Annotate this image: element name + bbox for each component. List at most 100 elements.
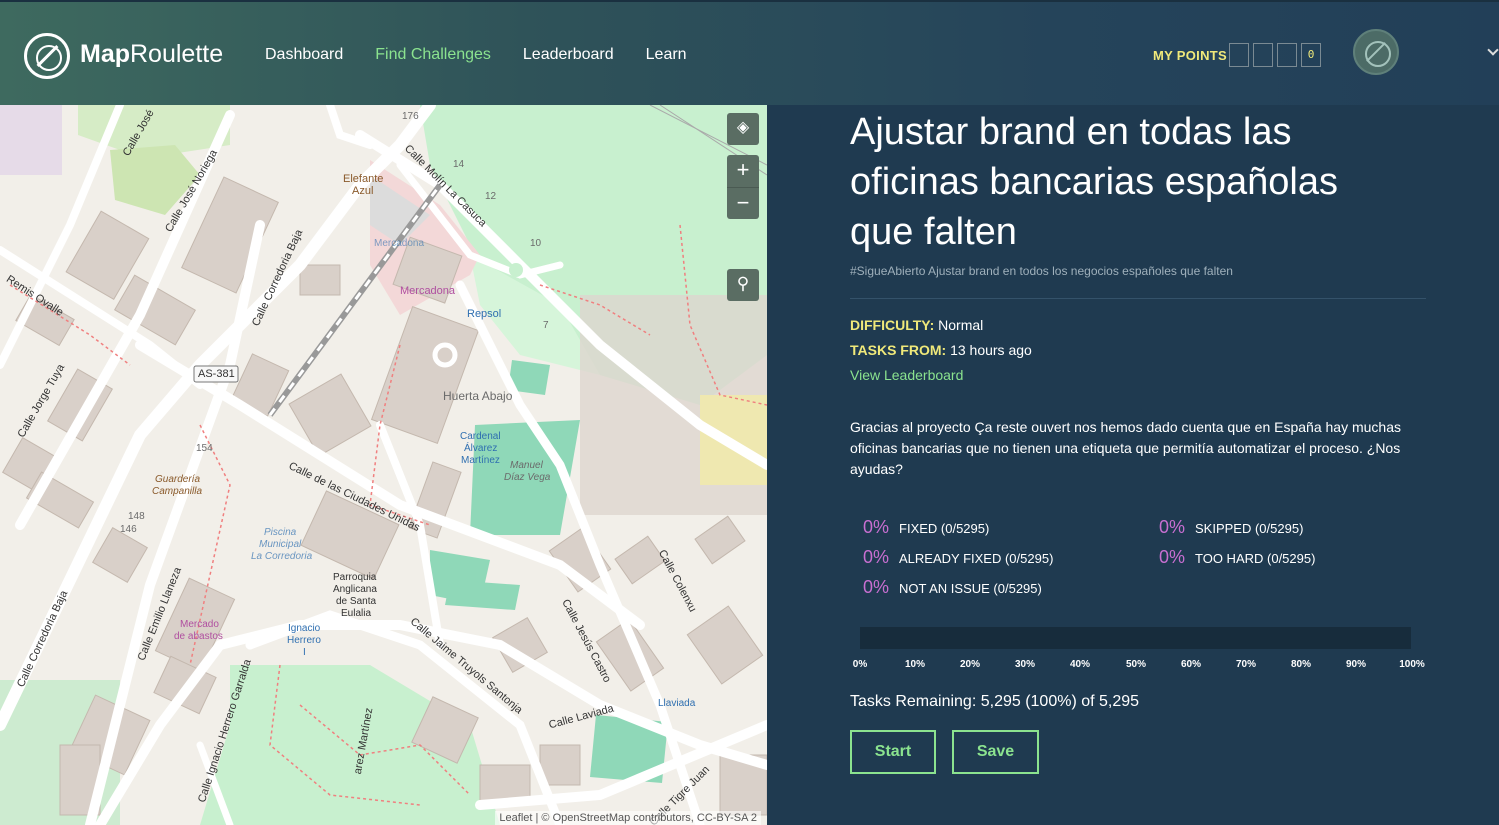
progress-tick: 0%	[852, 659, 868, 670]
tasks-from-label: TASKS FROM:	[850, 342, 947, 358]
brand-name[interactable]: MapRoulette	[80, 40, 223, 69]
poi-label: Elefante	[343, 173, 384, 185]
map-tiles	[0, 105, 767, 825]
poi-label: Ignacio	[288, 623, 321, 634]
poi-label: Repsol	[467, 308, 502, 320]
nav-find-challenges[interactable]: Find Challenges	[375, 46, 491, 64]
house-number: 14	[453, 159, 465, 170]
stat-percent: 0%	[1159, 517, 1186, 537]
divider	[850, 298, 1426, 299]
maproulette-logo-icon[interactable]	[24, 33, 70, 79]
points-digit	[1277, 43, 1297, 67]
top-navbar: MapRoulette Dashboard Find Challenges Le…	[0, 0, 1499, 105]
stat-percent: 0%	[863, 577, 890, 597]
tasks-remaining: Tasks Remaining: 5,295 (100%) of 5,295	[850, 693, 1140, 710]
progress-tick: 20%	[959, 659, 981, 670]
map-view[interactable]: Calle José Calle José Noriega Calle Molí…	[0, 105, 767, 825]
house-number: 146	[120, 524, 137, 535]
poi-label: Eulalia	[341, 608, 372, 619]
progress-tick: 10%	[904, 659, 926, 670]
search-icon[interactable]: ⚲	[727, 269, 759, 301]
start-button[interactable]: Start	[850, 730, 936, 774]
house-number: 154	[196, 443, 213, 454]
poi-label: Mercado	[180, 619, 219, 630]
poi-label: Azul	[352, 185, 374, 197]
save-button[interactable]: Save	[952, 730, 1039, 774]
difficulty-row: DIFFICULTY: Normal	[850, 317, 983, 333]
progress-tick: 100%	[1399, 659, 1425, 670]
poi-label: Manuel	[510, 460, 543, 471]
poi-label: Llaviada	[658, 698, 696, 709]
stat-skipped: 0% SKIPPED (0/5295)	[1159, 517, 1303, 538]
stat-percent: 0%	[863, 547, 890, 567]
place-label: Huerta Abajo	[443, 389, 513, 403]
difficulty-label: DIFFICULTY:	[850, 317, 935, 333]
stat-label: ALREADY FIXED (0/5295)	[899, 551, 1054, 566]
house-number: 148	[128, 511, 145, 522]
house-number: 10	[530, 238, 542, 249]
stat-not-an-issue: 0% NOT AN ISSUE (0/5295)	[863, 577, 1042, 598]
tasks-from-value: 13 hours ago	[950, 342, 1032, 358]
progress-tick: 60%	[1180, 659, 1202, 670]
challenge-title: Ajustar brand en todas las oficinas banc…	[850, 111, 1338, 253]
poi-label: Parroquia	[333, 572, 377, 583]
points-digit	[1229, 43, 1249, 67]
nav-learn[interactable]: Learn	[646, 46, 687, 64]
stat-label: SKIPPED (0/5295)	[1195, 521, 1304, 536]
progress-tick: 90%	[1345, 659, 1367, 670]
house-number: 7	[543, 320, 549, 331]
stat-label: TOO HARD (0/5295)	[1195, 551, 1316, 566]
stat-percent: 0%	[1159, 547, 1186, 567]
poi-label: de Santa	[336, 596, 377, 607]
completion-progress-bar	[860, 627, 1411, 649]
poi-label: Herrero	[287, 635, 321, 646]
poi-label: Álvarez	[464, 443, 498, 454]
stat-label: NOT AN ISSUE (0/5295)	[899, 581, 1042, 596]
house-number: 176	[402, 111, 419, 122]
poi-label: Mercadona	[374, 238, 425, 249]
nav-dashboard[interactable]: Dashboard	[265, 46, 343, 64]
poi-label: Guardería	[155, 474, 201, 485]
progress-tick: 70%	[1235, 659, 1257, 670]
poi-label: Martínez	[461, 455, 500, 466]
tasks-from-row: TASKS FROM: 13 hours ago	[850, 342, 1032, 358]
poi-label: Piscina	[264, 527, 297, 538]
zoom-out-button[interactable]: −	[727, 187, 759, 219]
layers-icon[interactable]: ◈	[727, 113, 759, 145]
map-attribution[interactable]: Leaflet | © OpenStreetMap contributors, …	[495, 811, 761, 825]
challenge-detail-panel: Ajustar brand en todas las oficinas banc…	[767, 105, 1499, 825]
challenge-description: Gracias al proyecto Ça reste ouvert nos …	[850, 419, 1401, 477]
poi-label: Mercadona	[400, 285, 456, 297]
poi-label: Cardenal	[460, 431, 501, 442]
difficulty-value: Normal	[938, 317, 984, 333]
user-avatar[interactable]	[1353, 29, 1399, 75]
progress-tick: 30%	[1014, 659, 1036, 670]
my-points-label: MY POINTS	[1153, 48, 1227, 63]
road-shield-label: AS-381	[198, 368, 235, 380]
stat-percent: 0%	[863, 517, 890, 537]
poi-label: Campanilla	[152, 486, 203, 497]
progress-ticks: 0% 10% 20% 30% 40% 50% 60% 70% 80% 90% 1…	[852, 659, 1425, 673]
chevron-down-icon[interactable]	[1487, 44, 1499, 56]
progress-tick: 80%	[1290, 659, 1312, 670]
poi-label: La Corredoria	[251, 551, 313, 562]
challenge-subtitle: #SigueAbierto Ajustar brand en todos los…	[850, 264, 1233, 278]
points-digit: 0	[1301, 43, 1321, 67]
nav-leaderboard[interactable]: Leaderboard	[523, 46, 614, 64]
stat-label: FIXED (0/5295)	[899, 521, 990, 536]
stat-already-fixed: 0% ALREADY FIXED (0/5295)	[863, 547, 1053, 568]
view-leaderboard-link[interactable]: View Leaderboard	[850, 367, 963, 383]
poi-label: de abastos	[174, 631, 223, 642]
poi-label: I	[303, 647, 306, 658]
progress-tick: 40%	[1069, 659, 1091, 670]
poi-label: Anglicana	[333, 584, 377, 595]
progress-tick: 50%	[1125, 659, 1147, 670]
stat-fixed: 0% FIXED (0/5295)	[863, 517, 989, 538]
points-counter: 0	[1229, 43, 1321, 67]
poi-label: Díaz Vega	[504, 472, 551, 483]
poi-label: Municipal	[259, 539, 302, 550]
house-number: 12	[485, 191, 497, 202]
stat-too-hard: 0% TOO HARD (0/5295)	[1159, 547, 1315, 568]
zoom-in-button[interactable]: +	[727, 155, 759, 187]
main-nav: Dashboard Find Challenges Leaderboard Le…	[265, 46, 687, 64]
